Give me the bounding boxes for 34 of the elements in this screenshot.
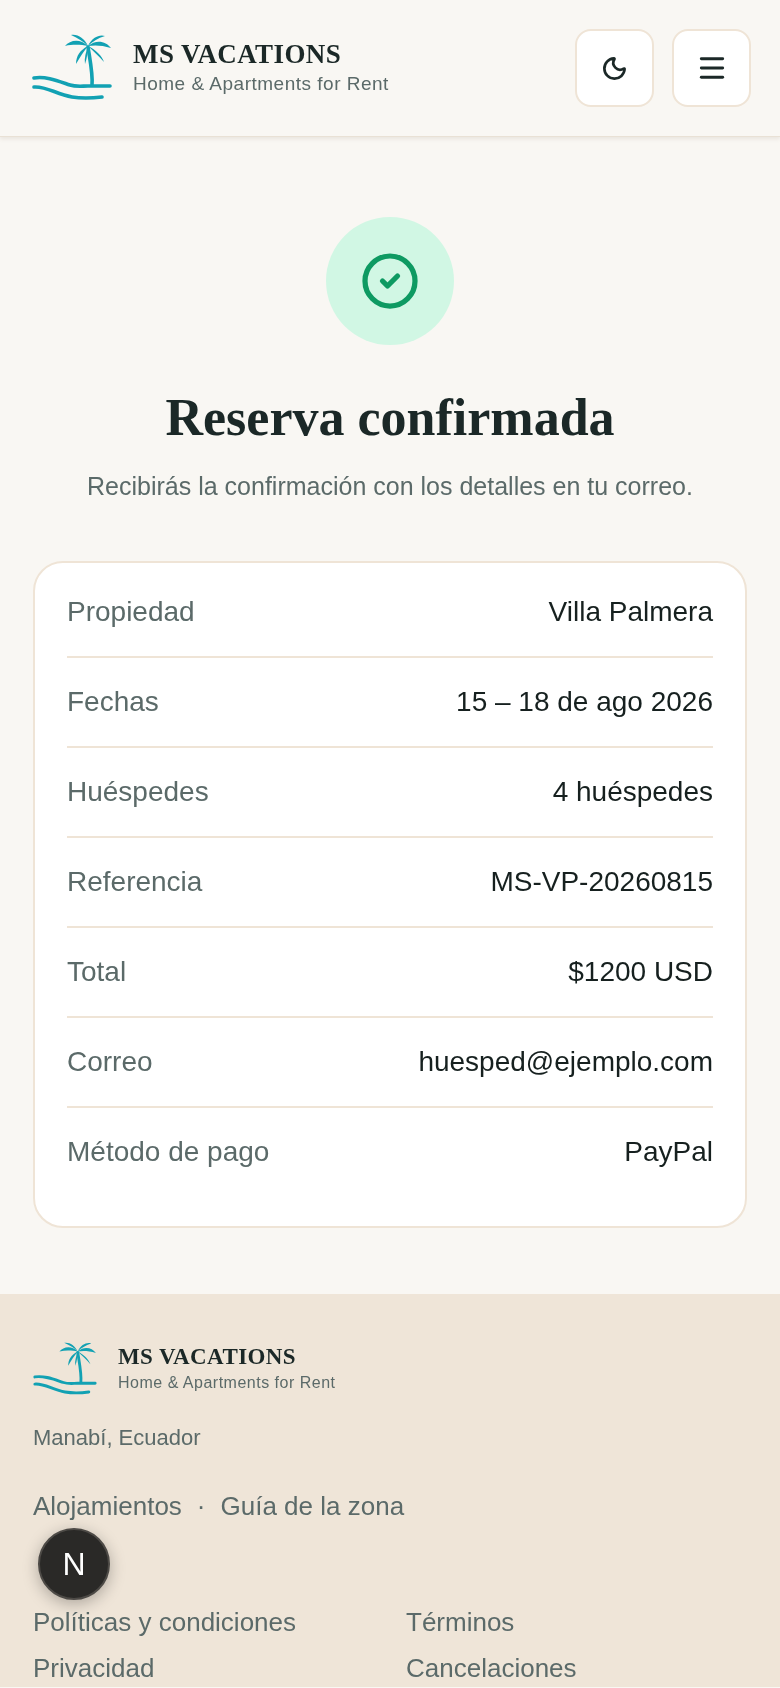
brand-tagline: Home & Apartments for Rent — [133, 72, 389, 97]
location-text: Manabí, Ecuador — [33, 1424, 201, 1452]
detail-label: Total — [67, 955, 127, 989]
palm-tree-logo-icon — [32, 34, 112, 102]
footer-link[interactable]: Cancelaciones — [406, 1650, 577, 1686]
brand-name: MS VACATIONS — [118, 1344, 297, 1371]
footer-link[interactable]: Guía de la zona — [220, 1488, 405, 1524]
detail-value: $1200 USD — [568, 955, 713, 989]
link-separator: · — [196, 1490, 206, 1523]
detail-label: Referencia — [67, 865, 203, 899]
brand-name: MS VACATIONS — [133, 39, 343, 71]
detail-value: huesped@ejemplo.com — [418, 1045, 713, 1079]
detail-value: Villa Palmera — [548, 595, 713, 629]
detail-label: Correo — [67, 1045, 153, 1079]
theme-toggle-button[interactable] — [575, 29, 654, 107]
footer-link[interactable]: Privacidad — [33, 1650, 155, 1686]
menu-button[interactable] — [672, 29, 751, 107]
palm-tree-logo-icon — [33, 1342, 97, 1396]
footer-link[interactable]: Políticas y condiciones — [33, 1604, 297, 1640]
detail-value: 15 – 18 de ago 2026 — [456, 685, 713, 719]
brand-tagline: Home & Apartments for Rent — [118, 1372, 336, 1393]
detail-value: MS-VP-20260815 — [490, 865, 713, 899]
detail-label: Huéspedes — [67, 775, 209, 809]
detail-value: 4 huéspedes — [552, 775, 713, 809]
page-title: Reserva confirmada — [165, 389, 615, 447]
detail-label: Propiedad — [67, 595, 195, 629]
confirmation-message: Recibirás la confirmación con los detalles en tu correo. — [87, 471, 693, 502]
footer-link[interactable]: Términos — [406, 1604, 515, 1640]
footer-link[interactable]: Alojamientos — [33, 1488, 182, 1524]
detail-value: PayPal — [624, 1135, 713, 1169]
detail-label: Fechas — [67, 685, 159, 719]
detail-label: Método de pago — [67, 1135, 270, 1169]
moon-icon — [601, 54, 628, 82]
floating-letter-button[interactable]: N — [38, 1528, 110, 1600]
